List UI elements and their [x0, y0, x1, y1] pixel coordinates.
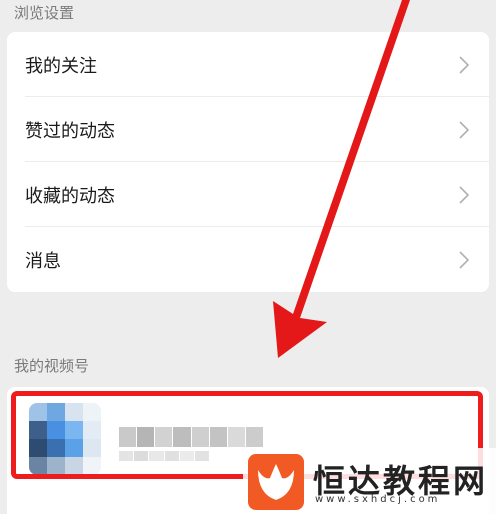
red-arrow-annotation [273, 0, 410, 358]
brand-logo-icon [248, 454, 304, 510]
watermark-url: www.sxhdcj.com [315, 494, 441, 505]
watermark: 恒达教程网 www.sxhdcj.com [243, 448, 496, 514]
